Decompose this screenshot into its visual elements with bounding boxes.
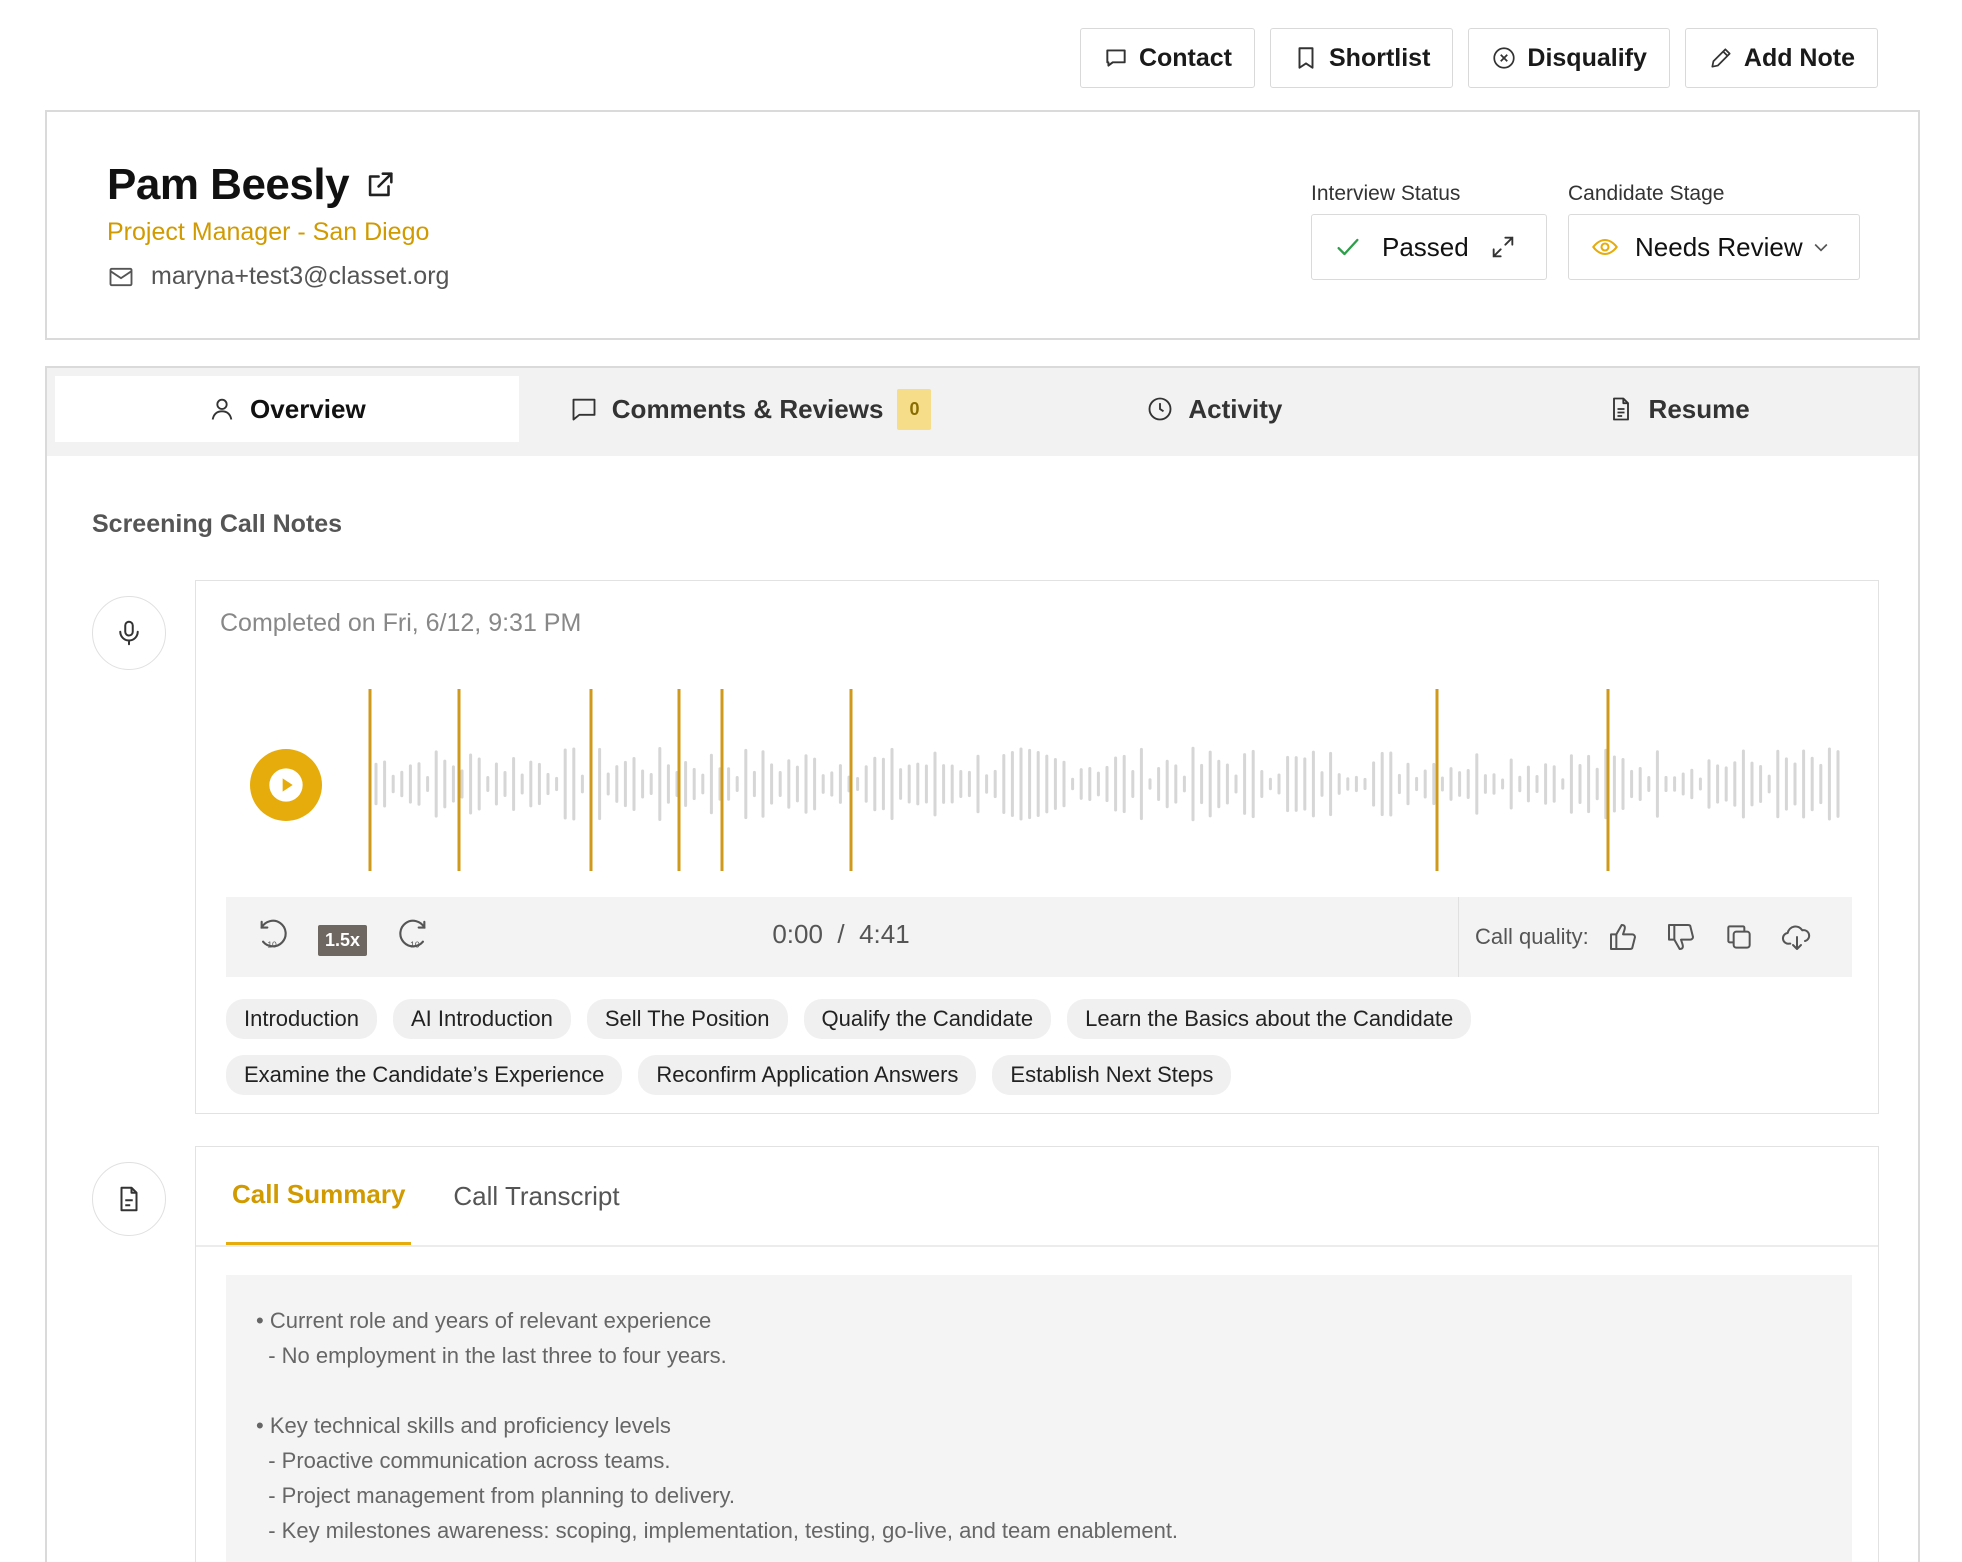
playback-controls: 10 1.5x 10 0:00 / 4:41 Call quality: (226, 897, 1852, 977)
tab-resume-label: Resume (1648, 393, 1750, 424)
tab-overview-label: Overview (250, 393, 366, 424)
tab-comments-reviews[interactable]: Comments & Reviews 0 (519, 376, 983, 442)
interview-status-value: Passed (1382, 231, 1469, 262)
shortlist-label: Shortlist (1329, 43, 1431, 72)
summary-tabs: Call Summary Call Transcript (226, 1147, 626, 1245)
eye-icon (1592, 238, 1618, 256)
tab-activity-label: Activity (1188, 393, 1283, 424)
playback-time: 0:00 / 4:41 (226, 919, 1456, 950)
time-current: 0:00 (772, 919, 823, 949)
microphone-badge (92, 596, 166, 670)
chevron-down-icon (1814, 243, 1828, 252)
section-chip[interactable]: Learn the Basics about the Candidate (1067, 999, 1472, 1039)
candidate-role: Project Manager - San Diego (107, 218, 430, 246)
document-badge (92, 1162, 166, 1236)
interview-status: Interview Status Passed (1311, 182, 1547, 280)
comments-count-badge: 0 (897, 388, 932, 430)
tab-comments-label: Comments & Reviews (611, 393, 884, 424)
section-chip[interactable]: Qualify the Candidate (803, 999, 1052, 1039)
candidate-stage-value: Needs Review (1635, 231, 1803, 262)
section-chip[interactable]: AI Introduction (392, 999, 571, 1039)
candidate-email-row: maryna+test3@classet.org (107, 262, 449, 291)
candidate-name: Pam Beesly (107, 160, 350, 209)
time-total: 4:41 (859, 919, 910, 949)
tab-call-summary[interactable]: Call Summary (226, 1147, 412, 1245)
call-quality: Call quality: (1458, 897, 1852, 977)
thumbs-up-icon[interactable] (1607, 921, 1639, 953)
audio-waveform[interactable] (368, 689, 1848, 879)
main-panel: Overview Comments & Reviews 0 Activity R… (45, 366, 1920, 1562)
tab-overview[interactable]: Overview (55, 376, 519, 442)
bookmark-icon (1298, 47, 1314, 69)
tab-bar: Overview Comments & Reviews 0 Activity R… (47, 368, 1918, 456)
play-icon (269, 768, 303, 802)
mail-icon (109, 267, 133, 286)
message-icon (1106, 49, 1126, 67)
thumbs-down-icon[interactable] (1665, 921, 1697, 953)
disqualify-button[interactable]: Disqualify (1468, 28, 1670, 88)
shortlist-button[interactable]: Shortlist (1270, 28, 1454, 88)
expand-icon[interactable] (1489, 233, 1517, 261)
section-chip[interactable]: Sell The Position (586, 999, 788, 1039)
tab-call-transcript[interactable]: Call Transcript (447, 1147, 625, 1245)
candidate-stage-label: Candidate Stage (1568, 182, 1725, 205)
file-icon (1612, 397, 1629, 421)
call-notes-card: Call Summary Call Transcript • Current r… (195, 1146, 1879, 1562)
contact-button[interactable]: Contact (1079, 28, 1255, 88)
play-button[interactable] (250, 749, 322, 821)
candidate-name-row: Pam Beesly (107, 160, 397, 210)
download-cloud-icon[interactable] (1781, 921, 1813, 953)
x-circle-icon (1493, 47, 1516, 69)
interview-status-label: Interview Status (1311, 182, 1461, 205)
call-recording-player: Completed on Fri, 6/12, 9:31 PM 10 1.5x … (195, 580, 1879, 1114)
microphone-icon (119, 620, 139, 646)
section-chip[interactable]: Introduction (226, 999, 377, 1039)
section-chip[interactable]: Establish Next Steps (992, 1055, 1232, 1095)
summary-divider (196, 1245, 1878, 1247)
section-chip[interactable]: Examine the Candidate’s Experience (226, 1055, 623, 1095)
candidate-stage: Candidate Stage Needs Review (1568, 182, 1860, 280)
add-note-label: Add Note (1743, 43, 1855, 72)
document-icon (120, 1186, 138, 1212)
time-separator: / (837, 919, 845, 949)
tab-resume[interactable]: Resume (1446, 376, 1910, 442)
candidate-stage-select[interactable]: Needs Review (1568, 214, 1860, 280)
comment-icon (572, 398, 596, 421)
contact-label: Contact (1138, 43, 1232, 72)
screening-call-title: Screening Call Notes (92, 510, 343, 538)
pencil-icon (1711, 48, 1731, 68)
copy-icon[interactable] (1723, 921, 1755, 953)
call-quality-label: Call quality: (1475, 924, 1589, 949)
add-note-button[interactable]: Add Note (1684, 28, 1878, 88)
disqualify-label: Disqualify (1527, 43, 1647, 72)
section-chip[interactable]: Reconfirm Application Answers (638, 1055, 977, 1095)
candidate-card: Pam Beesly Project Manager - San Diego m… (45, 110, 1920, 340)
action-toolbar: Contact Shortlist Disqualify Add Note (1079, 28, 1878, 88)
user-icon (211, 398, 233, 420)
candidate-email: maryna+test3@classet.org (151, 262, 450, 290)
clock-icon (1148, 397, 1172, 421)
check-icon (1337, 238, 1359, 256)
interview-status-box[interactable]: Passed (1311, 214, 1547, 280)
call-completed-date: Completed on Fri, 6/12, 9:31 PM (220, 609, 582, 637)
tab-activity[interactable]: Activity (983, 376, 1447, 442)
call-summary-text: • Current role and years of relevant exp… (226, 1275, 1852, 1562)
call-sections: Introduction AI Introduction Sell The Po… (226, 999, 1866, 1095)
external-link-icon[interactable] (363, 168, 397, 202)
